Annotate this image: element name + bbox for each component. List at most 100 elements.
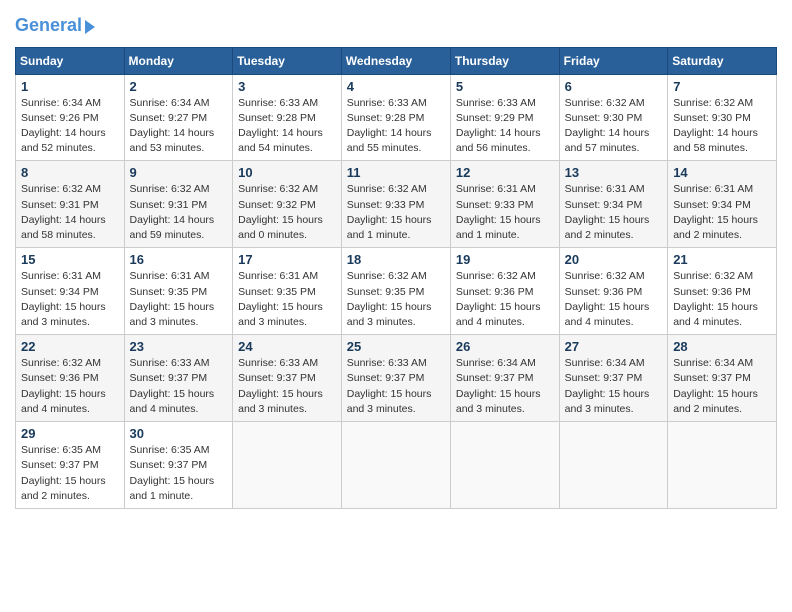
day-number: 4 [347, 79, 445, 94]
calendar-cell: 30Sunrise: 6:35 AM Sunset: 9:37 PM Dayli… [124, 422, 233, 509]
day-info: Sunrise: 6:33 AM Sunset: 9:37 PM Dayligh… [238, 356, 336, 417]
day-info: Sunrise: 6:31 AM Sunset: 9:34 PM Dayligh… [673, 182, 771, 243]
day-info: Sunrise: 6:33 AM Sunset: 9:28 PM Dayligh… [238, 96, 336, 157]
calendar-cell: 1 Sunrise: 6:34 AM Sunset: 9:26 PM Daylig… [16, 74, 125, 161]
weekday-header-row: SundayMondayTuesdayWednesdayThursdayFrid… [16, 47, 777, 74]
day-number: 27 [565, 339, 663, 354]
day-info: Sunrise: 6:32 AM Sunset: 9:35 PM Dayligh… [347, 269, 445, 330]
day-number: 22 [21, 339, 119, 354]
day-info: Sunrise: 6:34 AM Sunset: 9:37 PM Dayligh… [673, 356, 771, 417]
day-info: Sunrise: 6:32 AM Sunset: 9:33 PM Dayligh… [347, 182, 445, 243]
day-number: 12 [456, 165, 554, 180]
logo-arrow-icon [85, 20, 95, 34]
day-info: Sunrise: 6:31 AM Sunset: 9:35 PM Dayligh… [130, 269, 228, 330]
calendar-cell: 9Sunrise: 6:32 AM Sunset: 9:31 PM Daylig… [124, 161, 233, 248]
day-number: 26 [456, 339, 554, 354]
day-number: 3 [238, 79, 336, 94]
calendar-cell: 12 Sunrise: 6:31 AM Sunset: 9:33 PM Dayli… [450, 161, 559, 248]
logo-general: General [15, 15, 82, 35]
logo-text-block: General [15, 15, 95, 37]
calendar-cell: 28 Sunrise: 6:34 AM Sunset: 9:37 PM Dayli… [668, 335, 777, 422]
day-info: Sunrise: 6:34 AM Sunset: 9:27 PM Dayligh… [130, 96, 228, 157]
day-number: 16 [130, 252, 228, 267]
calendar-cell: 20 Sunrise: 6:32 AM Sunset: 9:36 PM Dayli… [559, 248, 668, 335]
day-number: 2 [130, 79, 228, 94]
weekday-header-wednesday: Wednesday [341, 47, 450, 74]
calendar-cell: 23 Sunrise: 6:33 AM Sunset: 9:37 PM Dayli… [124, 335, 233, 422]
day-info: Sunrise: 6:35 AM Sunset: 9:37 PM Dayligh… [21, 443, 119, 504]
logo-name: General [15, 15, 82, 37]
day-info: Sunrise: 6:32 AM Sunset: 9:36 PM Dayligh… [565, 269, 663, 330]
calendar-cell: 16 Sunrise: 6:31 AM Sunset: 9:35 PM Dayli… [124, 248, 233, 335]
page-container: General SundayMondayTuesdayWednesdayThur… [15, 15, 777, 509]
day-number: 19 [456, 252, 554, 267]
day-number: 10 [238, 165, 336, 180]
calendar-cell: 8 Sunrise: 6:32 AM Sunset: 9:31 PM Daylig… [16, 161, 125, 248]
calendar-cell: 29 Sunrise: 6:35 AM Sunset: 9:37 PM Dayli… [16, 422, 125, 509]
calendar-cell: 19 Sunrise: 6:32 AM Sunset: 9:36 PM Dayli… [450, 248, 559, 335]
day-number: 15 [21, 252, 119, 267]
day-number: 29 [21, 426, 119, 441]
day-number: 1 [21, 79, 119, 94]
calendar-cell: 26Sunrise: 6:34 AM Sunset: 9:37 PM Dayli… [450, 335, 559, 422]
day-number: 14 [673, 165, 771, 180]
day-info: Sunrise: 6:33 AM Sunset: 9:37 PM Dayligh… [130, 356, 228, 417]
day-info: Sunrise: 6:32 AM Sunset: 9:30 PM Dayligh… [673, 96, 771, 157]
weekday-header-thursday: Thursday [450, 47, 559, 74]
day-number: 6 [565, 79, 663, 94]
day-number: 18 [347, 252, 445, 267]
day-number: 23 [130, 339, 228, 354]
header: General [15, 15, 777, 37]
calendar-cell [341, 422, 450, 509]
calendar-cell: 17Sunrise: 6:31 AM Sunset: 9:35 PM Dayli… [233, 248, 342, 335]
day-info: Sunrise: 6:34 AM Sunset: 9:26 PM Dayligh… [21, 96, 119, 157]
day-info: Sunrise: 6:31 AM Sunset: 9:34 PM Dayligh… [565, 182, 663, 243]
day-number: 8 [21, 165, 119, 180]
calendar-cell: 15 Sunrise: 6:31 AM Sunset: 9:34 PM Dayli… [16, 248, 125, 335]
calendar-cell: 7Sunrise: 6:32 AM Sunset: 9:30 PM Daylig… [668, 74, 777, 161]
day-info: Sunrise: 6:31 AM Sunset: 9:33 PM Dayligh… [456, 182, 554, 243]
calendar-cell: 25 Sunrise: 6:33 AM Sunset: 9:37 PM Dayli… [341, 335, 450, 422]
calendar-week-row-4: 22Sunrise: 6:32 AM Sunset: 9:36 PM Dayli… [16, 335, 777, 422]
calendar-header: SundayMondayTuesdayWednesdayThursdayFrid… [16, 47, 777, 74]
calendar-cell: 4 Sunrise: 6:33 AM Sunset: 9:28 PM Daylig… [341, 74, 450, 161]
calendar-cell: 18 Sunrise: 6:32 AM Sunset: 9:35 PM Dayli… [341, 248, 450, 335]
calendar-cell [668, 422, 777, 509]
calendar-week-row-5: 29 Sunrise: 6:35 AM Sunset: 9:37 PM Dayli… [16, 422, 777, 509]
day-info: Sunrise: 6:33 AM Sunset: 9:28 PM Dayligh… [347, 96, 445, 157]
weekday-header-saturday: Saturday [668, 47, 777, 74]
day-number: 24 [238, 339, 336, 354]
calendar-cell: 27Sunrise: 6:34 AM Sunset: 9:37 PM Dayli… [559, 335, 668, 422]
day-info: Sunrise: 6:33 AM Sunset: 9:29 PM Dayligh… [456, 96, 554, 157]
day-info: Sunrise: 6:31 AM Sunset: 9:34 PM Dayligh… [21, 269, 119, 330]
calendar-cell: 11 Sunrise: 6:32 AM Sunset: 9:33 PM Dayli… [341, 161, 450, 248]
calendar-cell: 10Sunrise: 6:32 AM Sunset: 9:32 PM Dayli… [233, 161, 342, 248]
calendar-cell: 14 Sunrise: 6:31 AM Sunset: 9:34 PM Dayli… [668, 161, 777, 248]
day-number: 28 [673, 339, 771, 354]
day-number: 11 [347, 165, 445, 180]
day-number: 9 [130, 165, 228, 180]
day-info: Sunrise: 6:32 AM Sunset: 9:30 PM Dayligh… [565, 96, 663, 157]
calendar-week-row-3: 15 Sunrise: 6:31 AM Sunset: 9:34 PM Dayli… [16, 248, 777, 335]
day-number: 30 [130, 426, 228, 441]
weekday-header-friday: Friday [559, 47, 668, 74]
calendar-week-row-1: 1 Sunrise: 6:34 AM Sunset: 9:26 PM Daylig… [16, 74, 777, 161]
calendar-table: SundayMondayTuesdayWednesdayThursdayFrid… [15, 47, 777, 509]
day-number: 25 [347, 339, 445, 354]
day-info: Sunrise: 6:33 AM Sunset: 9:37 PM Dayligh… [347, 356, 445, 417]
calendar-cell [450, 422, 559, 509]
calendar-cell: 21Sunrise: 6:32 AM Sunset: 9:36 PM Dayli… [668, 248, 777, 335]
day-info: Sunrise: 6:32 AM Sunset: 9:36 PM Dayligh… [456, 269, 554, 330]
calendar-cell: 13 Sunrise: 6:31 AM Sunset: 9:34 PM Dayli… [559, 161, 668, 248]
day-number: 20 [565, 252, 663, 267]
calendar-cell: 22Sunrise: 6:32 AM Sunset: 9:36 PM Dayli… [16, 335, 125, 422]
calendar-week-row-2: 8 Sunrise: 6:32 AM Sunset: 9:31 PM Daylig… [16, 161, 777, 248]
calendar-cell: 24 Sunrise: 6:33 AM Sunset: 9:37 PM Dayli… [233, 335, 342, 422]
day-info: Sunrise: 6:32 AM Sunset: 9:31 PM Dayligh… [21, 182, 119, 243]
weekday-header-sunday: Sunday [16, 47, 125, 74]
day-number: 13 [565, 165, 663, 180]
day-number: 5 [456, 79, 554, 94]
calendar-cell: 3 Sunrise: 6:33 AM Sunset: 9:28 PM Daylig… [233, 74, 342, 161]
calendar-cell: 2 Sunrise: 6:34 AM Sunset: 9:27 PM Daylig… [124, 74, 233, 161]
calendar-cell: 5 Sunrise: 6:33 AM Sunset: 9:29 PM Daylig… [450, 74, 559, 161]
